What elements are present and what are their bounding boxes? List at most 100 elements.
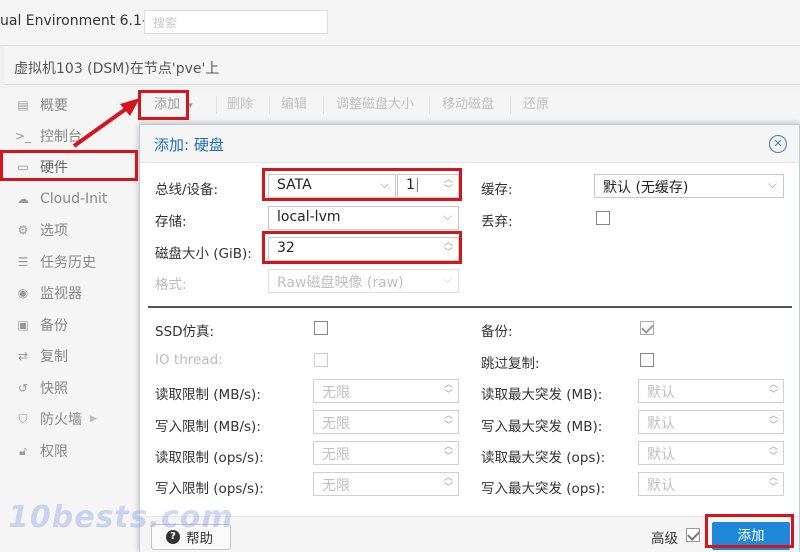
spinner-arrows-icon: ︿ ﹀: [443, 175, 453, 195]
spinner-arrows-icon: ︿ ﹀: [443, 380, 453, 400]
chevron-down-icon: ⌵: [767, 177, 777, 191]
read-burst-ops-label: 读取最大突发 (ops):: [481, 450, 606, 466]
chevron-down-icon: ⌵: [379, 177, 389, 191]
read-burst-mb-label: 读取最大突发 (MB):: [481, 387, 603, 403]
write-limit-mbs-placeholder: 无限: [322, 416, 350, 432]
write-limit-ops-stepper[interactable]: 无限 ︿ ﹀: [313, 472, 459, 496]
read-limit-mbs-stepper[interactable]: 无限 ︿ ﹀: [313, 379, 459, 403]
storage-select[interactable]: local-lvm ⌵: [268, 206, 459, 230]
write-limit-mbs-stepper[interactable]: 无限 ︿ ﹀: [313, 410, 459, 434]
sidebar-item-snapshots[interactable]: ↺ 快照: [0, 373, 140, 403]
spinner-arrows-icon: ︿ ﹀: [443, 442, 453, 462]
toolbar-divider: [269, 96, 270, 114]
sidebar-item-label: 概要: [40, 98, 68, 114]
sidebar-item-label: 权限: [40, 444, 68, 460]
write-burst-mb-stepper[interactable]: 默认 ︿ ﹀: [638, 410, 784, 434]
sidebar-item-cloud-init[interactable]: ☁ Cloud-Init: [0, 184, 140, 214]
spinner-arrows-icon: ︿ ﹀: [768, 380, 778, 400]
sidebar-item-label: 快照: [40, 381, 68, 397]
sidebar-item-label: 备份: [40, 318, 68, 334]
read-burst-ops-stepper[interactable]: 默认 ︿ ﹀: [638, 441, 784, 465]
app-title: ual Environment 6.1-7: [0, 13, 156, 29]
bus-select[interactable]: SATA ⌵: [268, 174, 396, 198]
io-thread-checkbox[interactable]: [314, 353, 328, 367]
sidebar-item-label: 硬件: [40, 160, 68, 176]
spinner-arrows-icon: ︿ ﹀: [768, 473, 778, 493]
remove-button[interactable]: 删除: [227, 94, 253, 116]
sidebar-item-firewall[interactable]: ⛉ 防火墙 ▶: [0, 404, 140, 434]
close-icon[interactable]: ✕: [769, 135, 787, 153]
sidebar-item-label: 任务历史: [40, 255, 96, 271]
toolbar-divider: [429, 96, 430, 114]
chevron-down-icon: ⌵: [442, 209, 452, 223]
write-limit-mbs-label: 写入限制 (MB/s):: [155, 419, 261, 435]
backup-checkbox[interactable]: [640, 321, 654, 335]
sidebar-item-hardware[interactable]: ▭ 硬件: [0, 152, 140, 182]
revert-button[interactable]: 还原: [523, 94, 549, 116]
device-number-value: 1: [406, 177, 415, 193]
spinner-arrows-icon: ︿ ﹀: [443, 238, 453, 258]
advanced-checkbox[interactable]: [686, 528, 700, 542]
cache-label: 缓存:: [481, 182, 513, 198]
write-burst-mb-label: 写入最大突发 (MB):: [481, 419, 603, 435]
summary-icon: ▤: [17, 98, 29, 112]
add-menu-button[interactable]: 添加 ▾: [154, 94, 193, 116]
disk-size-stepper[interactable]: 32 ︿ ﹀: [268, 237, 459, 261]
discard-label: 丢弃:: [481, 214, 513, 230]
write-burst-mb-placeholder: 默认: [647, 416, 675, 432]
storage-select-value: local-lvm: [277, 209, 341, 225]
spinner-arrows-icon: ︿ ﹀: [768, 442, 778, 462]
write-limit-ops-label: 写入限制 (ops/s):: [155, 481, 264, 497]
search-input[interactable]: 搜索: [144, 10, 328, 34]
bus-select-value: SATA: [277, 177, 312, 193]
gear-icon: ⚙: [17, 223, 29, 237]
edit-button[interactable]: 编辑: [281, 94, 307, 116]
read-burst-mb-placeholder: 默认: [647, 385, 675, 401]
sidebar: ▤ 概要 >_ 控制台 ▭ 硬件 ☁ Cloud-Init ⚙ 选项 ☰ 任务历…: [0, 88, 140, 552]
sidebar-item-label: Cloud-Init: [40, 191, 108, 207]
sidebar-item-options[interactable]: ⚙ 选项: [0, 215, 140, 245]
sidebar-item-label: 选项: [40, 223, 68, 239]
add-button[interactable]: 添加: [712, 522, 790, 550]
disk-size-label: 磁盘大小 (GiB):: [155, 246, 252, 262]
discard-checkbox[interactable]: [596, 211, 610, 225]
console-icon: >_: [14, 129, 32, 143]
read-limit-ops-placeholder: 无限: [322, 447, 350, 463]
sidebar-item-monitor[interactable]: ◉ 监视器: [0, 278, 140, 308]
backup-label: 备份:: [481, 324, 513, 340]
spinner-arrows-icon: ︿ ﹀: [443, 473, 453, 493]
read-burst-mb-stepper[interactable]: 默认 ︿ ﹀: [638, 379, 784, 403]
top-header: ual Environment 6.1-7 搜索: [0, 0, 800, 46]
ssd-emulation-label: SSD仿真:: [155, 324, 215, 340]
dialog-footer: ? 帮助 高级 添加: [140, 516, 799, 552]
sidebar-item-permissions[interactable]: 🔓︎ 权限: [0, 436, 140, 466]
storage-label: 存储:: [155, 214, 187, 230]
watermark: 10bests.com: [8, 500, 234, 535]
bus-device-label: 总线/设备:: [155, 182, 219, 198]
format-select[interactable]: Raw磁盘映像 (raw) ⌵: [268, 269, 459, 293]
skip-replication-checkbox[interactable]: [640, 353, 654, 367]
vm-title: 虚拟机103 (DSM)在节点'pve'上: [14, 61, 220, 77]
move-disk-button[interactable]: 移动磁盘: [442, 94, 494, 116]
cloud-icon: ☁: [17, 192, 29, 206]
expand-arrow-icon: ▶: [90, 414, 97, 424]
sidebar-item-label: 防火墙: [40, 412, 82, 428]
device-number-stepper[interactable]: 1| ︿ ﹀: [397, 174, 459, 198]
read-limit-ops-stepper[interactable]: 无限 ︿ ﹀: [313, 441, 459, 465]
floppy-icon: ▣: [17, 318, 29, 332]
toolbar-divider: [216, 96, 217, 114]
resize-disk-button[interactable]: 调整磁盘大小: [336, 94, 414, 116]
dialog-header: 添加: 硬盘 ✕: [140, 125, 799, 163]
sidebar-item-replication[interactable]: ⇄ 复制: [0, 341, 140, 371]
chevron-down-icon: ⌵: [442, 272, 452, 286]
spinner-arrows-icon: ︿ ﹀: [768, 411, 778, 431]
add-hard-disk-dialog: 添加: 硬盘 ✕ 总线/设备: SATA ⌵ 1| ︿ ﹀ 存储: local-l…: [139, 124, 800, 552]
ssd-emulation-checkbox[interactable]: [314, 321, 328, 335]
sidebar-item-backup[interactable]: ▣ 备份: [0, 310, 140, 340]
toolbar-divider: [323, 96, 324, 114]
cache-select[interactable]: 默认 (无缓存) ⌵: [594, 174, 784, 198]
shield-icon: ⛉: [18, 411, 28, 426]
write-burst-ops-stepper[interactable]: 默认 ︿ ﹀: [638, 472, 784, 496]
read-limit-mbs-placeholder: 无限: [322, 385, 350, 401]
sidebar-item-task-history[interactable]: ☰ 任务历史: [0, 247, 140, 277]
